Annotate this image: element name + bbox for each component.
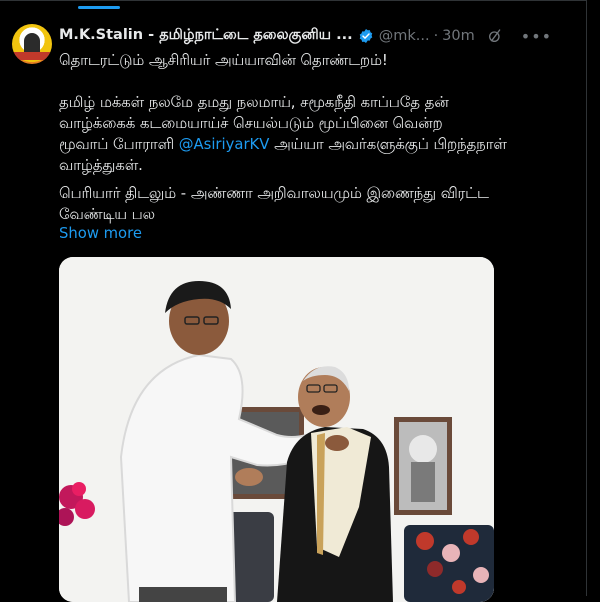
more-options-icon[interactable]: ••• xyxy=(521,27,552,46)
timestamp[interactable]: 30m xyxy=(442,28,475,44)
author-handle[interactable]: @mk... xyxy=(379,28,430,44)
mention-link[interactable]: @AsiriyarKV xyxy=(179,136,270,153)
tab-indicator xyxy=(78,6,120,9)
tweet-paragraph-3: பெரியார் திடலும் - அண்ணா அறிவாலயமும் இணை… xyxy=(59,183,579,225)
grok-icon[interactable] xyxy=(487,28,503,44)
verified-badge-icon xyxy=(359,29,372,43)
tweet-photo[interactable] xyxy=(59,257,494,602)
p2-line-3-post: அய்யா அவர்களுக்குப் பிறந்தநாள் xyxy=(269,136,507,153)
separator-dot: · xyxy=(433,28,439,44)
p3-line-1: பெரியார் திடலும் - அண்ணா அறிவாலயமும் இணை… xyxy=(59,185,489,202)
tweet-line-1: தொடரட்டும் ஆசிரியர் அய்யாவின் தொண்டறம்! xyxy=(59,52,388,69)
p2-line-4: வாழ்த்துகள். xyxy=(59,157,143,174)
avatar-band xyxy=(12,52,52,60)
photo-illustration xyxy=(59,257,494,602)
p2-line-3: மூவாப் போராளி @AsiriyarKV அய்யா அவர்களுக… xyxy=(59,134,579,155)
tweet-paragraph-2: தமிழ் மக்கள் நலமே தமது நலமாய், சமூகநீதி … xyxy=(59,92,579,176)
author-name[interactable]: M.K.Stalin - தமிழ்நாட்டை தலைகுனிய ... xyxy=(59,27,353,45)
p2-line-3-pre: மூவாப் போராளி xyxy=(59,136,179,153)
avatar[interactable] xyxy=(12,24,52,64)
p2-line-2: வாழ்க்கைக் கடமையாய்ச் செயல்படும் மூப்பின… xyxy=(59,115,443,132)
column-divider xyxy=(586,0,587,596)
show-more-link[interactable]: Show more xyxy=(59,225,142,242)
p2-line-1: தமிழ் மக்கள் நலமே தமது நலமாய், சமூகநீதி … xyxy=(59,94,449,111)
top-border xyxy=(0,0,586,1)
tweet-header: M.K.Stalin - தமிழ்நாட்டை தலைகுனிய ... @m… xyxy=(59,25,579,47)
p3-line-2: வேண்டிய பல xyxy=(59,206,155,223)
